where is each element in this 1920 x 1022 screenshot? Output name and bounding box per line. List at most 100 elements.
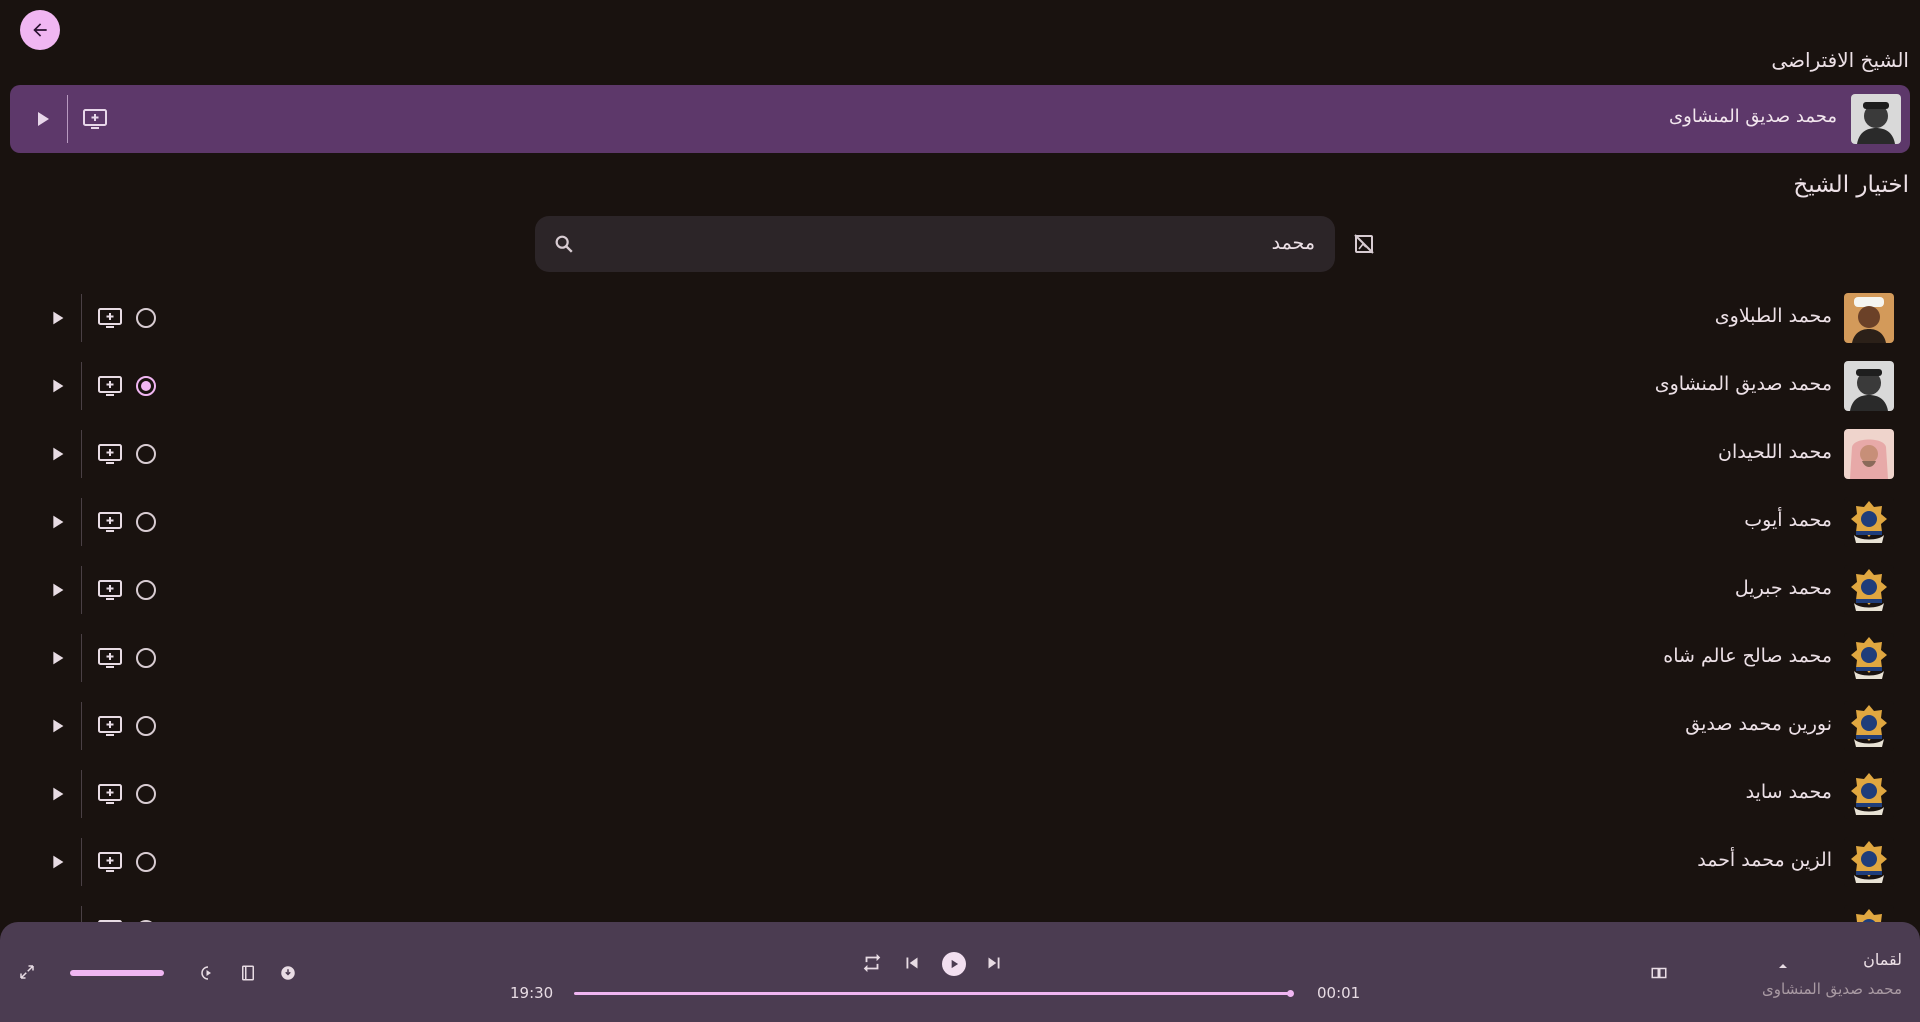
- list-item[interactable]: محمد الطبلاوى: [0, 284, 1920, 352]
- choose-reciter-title: اختيار الشيخ: [1793, 172, 1909, 198]
- reciter-avatar: [1844, 905, 1894, 922]
- progress-bar[interactable]: [574, 990, 1295, 997]
- search-input[interactable]: محمد: [1272, 232, 1315, 254]
- surah-name: لقمان: [1863, 950, 1902, 969]
- reciter-name: محمد سايد: [1745, 781, 1832, 803]
- search-icon: [555, 235, 573, 253]
- chevron-up-icon[interactable]: [1775, 958, 1791, 974]
- select-radio[interactable]: [136, 648, 156, 668]
- reciter-avatar: [1844, 701, 1894, 751]
- reciter-avatar: [1844, 633, 1894, 683]
- list-item[interactable]: محمد جبريل: [0, 556, 1920, 624]
- reciter-avatar: [1844, 361, 1894, 411]
- select-radio[interactable]: [136, 376, 156, 396]
- list-item[interactable]: محمد صديق المنشاوى: [0, 352, 1920, 420]
- select-radio[interactable]: [136, 444, 156, 464]
- select-radio[interactable]: [136, 580, 156, 600]
- expand-icon[interactable]: [18, 963, 36, 981]
- select-radio[interactable]: [136, 512, 156, 532]
- reciter-avatar: [1844, 497, 1894, 547]
- select-radio[interactable]: [136, 784, 156, 804]
- progress-fill: [574, 990, 1295, 997]
- divider: [81, 566, 82, 614]
- divider: [81, 838, 82, 886]
- reciter-avatar: [1844, 429, 1894, 479]
- add-to-queue-icon[interactable]: [97, 374, 123, 398]
- divider: [81, 498, 82, 546]
- reciter-avatar: [1844, 837, 1894, 887]
- play-icon[interactable]: [30, 107, 54, 131]
- reciter-avatar: [1844, 293, 1894, 343]
- add-to-queue-icon[interactable]: [97, 646, 123, 670]
- reciter-name: محمد الطبلاوى: [1714, 305, 1832, 327]
- player-reciter-name: محمد صديق المنشاوى: [1762, 980, 1902, 998]
- reciter-name: محمد صديق المنشاوى: [1654, 373, 1832, 395]
- add-to-queue-icon[interactable]: [97, 850, 123, 874]
- divider: [81, 294, 82, 342]
- reciter-avatar: [1844, 565, 1894, 615]
- reciter-list: محمد الطبلاوى محمد صديق المنشاوى محمد اللح…: [0, 284, 1920, 922]
- divider: [81, 362, 82, 410]
- default-reciter-title: الشيخ الافتراضى: [1771, 48, 1909, 72]
- arrow-left-icon: [33, 23, 47, 37]
- select-radio[interactable]: [136, 716, 156, 736]
- reciter-avatar: [1844, 769, 1894, 819]
- reciter-name: محمد اللحيدان: [1718, 441, 1832, 463]
- list-item[interactable]: محمد أيوب: [0, 488, 1920, 556]
- divider: [67, 95, 68, 143]
- add-to-queue-icon[interactable]: [82, 107, 108, 131]
- play-icon[interactable]: [46, 647, 68, 669]
- repeat-icon[interactable]: [861, 952, 883, 974]
- default-reciter-card[interactable]: محمد صديق المنشاوى: [10, 85, 1910, 153]
- search-bar[interactable]: محمد: [535, 216, 1335, 272]
- reading-icon[interactable]: [1650, 964, 1668, 982]
- play-icon[interactable]: [46, 375, 68, 397]
- progress-thumb[interactable]: [1287, 990, 1295, 997]
- add-to-queue-icon[interactable]: [97, 510, 123, 534]
- list-item[interactable]: الزين محمد أحمد: [0, 828, 1920, 896]
- play-button[interactable]: [942, 952, 966, 976]
- divider: [81, 634, 82, 682]
- divider: [81, 430, 82, 478]
- reciter-name: الزين محمد أحمد: [1697, 849, 1832, 871]
- add-to-queue-icon[interactable]: [97, 714, 123, 738]
- play-icon[interactable]: [46, 307, 68, 329]
- reciter-name: محمد جبريل: [1734, 577, 1832, 599]
- reciter-avatar: [1851, 94, 1901, 144]
- add-to-queue-icon[interactable]: [97, 442, 123, 466]
- play-icon[interactable]: [46, 511, 68, 533]
- select-radio[interactable]: [136, 308, 156, 328]
- play-icon[interactable]: [46, 851, 68, 873]
- divider: [81, 770, 82, 818]
- play-icon: [951, 959, 959, 969]
- add-to-queue-icon[interactable]: [97, 306, 123, 330]
- play-icon[interactable]: [46, 783, 68, 805]
- reciter-name: محمد صالح عالم شاه: [1663, 645, 1832, 667]
- skip-previous-icon[interactable]: [901, 952, 923, 974]
- download-icon[interactable]: [279, 964, 297, 982]
- list-item[interactable]: محمد سايد: [0, 760, 1920, 828]
- select-radio[interactable]: [136, 852, 156, 872]
- speed-icon[interactable]: [199, 964, 217, 982]
- elapsed-time: 00:01: [1317, 984, 1361, 1002]
- play-icon[interactable]: [46, 715, 68, 737]
- play-icon[interactable]: [46, 579, 68, 601]
- volume-slider[interactable]: [70, 970, 164, 976]
- reciter-name: نورين محمد صديق: [1685, 713, 1832, 735]
- skip-next-icon[interactable]: [983, 952, 1005, 974]
- add-to-queue-icon[interactable]: [97, 782, 123, 806]
- list-item[interactable]: [0, 896, 1920, 922]
- reciter-name: محمد أيوب: [1744, 509, 1832, 531]
- divider: [81, 906, 82, 922]
- add-to-queue-icon[interactable]: [97, 578, 123, 602]
- divider: [81, 702, 82, 750]
- player-bar: 19:30 00:01 لقمان محمد صديق المنشاوى: [0, 922, 1920, 1022]
- list-item[interactable]: محمد صالح عالم شاه: [0, 624, 1920, 692]
- list-item[interactable]: نورين محمد صديق: [0, 692, 1920, 760]
- back-button[interactable]: [20, 10, 60, 50]
- book-icon[interactable]: [239, 964, 257, 982]
- hide-image-icon[interactable]: [1352, 232, 1376, 256]
- list-item[interactable]: محمد اللحيدان: [0, 420, 1920, 488]
- play-icon[interactable]: [46, 443, 68, 465]
- total-time: 19:30: [510, 984, 554, 1002]
